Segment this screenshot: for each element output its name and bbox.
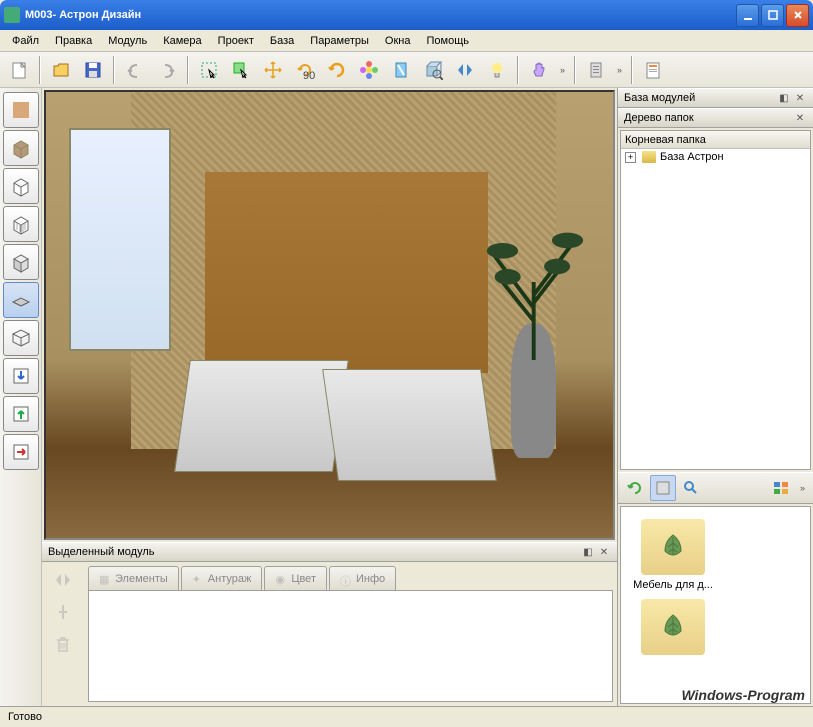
tool-import[interactable] [3, 358, 39, 394]
toolbar-expand-3[interactable]: » [796, 483, 809, 493]
tab-elements[interactable]: ▦Элементы [88, 566, 179, 590]
module-base-title: База модулей [624, 92, 695, 104]
flip-h-icon[interactable] [450, 55, 480, 85]
view3d-icon[interactable] [418, 55, 448, 85]
info-icon: ⓘ [340, 573, 352, 585]
new-icon[interactable] [4, 55, 34, 85]
window-title: М003- Астрон Дизайн [25, 9, 141, 21]
trash-icon[interactable] [53, 634, 73, 654]
flower-icon[interactable] [354, 55, 384, 85]
app-icon [4, 7, 20, 23]
menu-help[interactable]: Помощь [418, 32, 477, 50]
tool-plane-iso[interactable] [3, 320, 39, 356]
thumbnail-item[interactable]: Мебель для д... [633, 519, 713, 591]
folder-tree-title: Дерево папок [624, 112, 694, 124]
slider-icon[interactable] [53, 602, 73, 622]
panel-close-icon[interactable]: ✕ [597, 545, 611, 559]
open-icon[interactable] [46, 55, 76, 85]
undo-icon[interactable] [120, 55, 150, 85]
selected-module-title: Выделенный модуль [48, 546, 154, 558]
menu-windows[interactable]: Окна [377, 32, 419, 50]
tool-insert[interactable] [3, 396, 39, 432]
panel-pin-icon[interactable]: ◧ [777, 91, 791, 105]
3d-viewport[interactable] [44, 90, 615, 540]
view-icons-icon[interactable] [650, 475, 676, 501]
tool-box-open[interactable] [3, 206, 39, 242]
right-panel: База модулей ◧ ✕ Дерево папок ✕ Корневая… [617, 88, 813, 706]
maximize-button[interactable] [761, 4, 784, 27]
module-tabs: ▦Элементы ✦Антураж ◉Цвет ⓘИнфо [88, 566, 613, 590]
tree-expand-icon[interactable]: + [625, 152, 636, 163]
panel-pin-icon[interactable]: ◧ [581, 545, 595, 559]
light-icon[interactable] [482, 55, 512, 85]
refresh-icon[interactable] [622, 475, 648, 501]
tree-root[interactable]: Корневая папка [621, 131, 810, 149]
menu-edit[interactable]: Правка [47, 32, 100, 50]
menu-params[interactable]: Параметры [302, 32, 377, 50]
report-icon[interactable] [638, 55, 668, 85]
flip-icon[interactable] [53, 570, 73, 590]
main-toolbar: 90 » » [0, 52, 813, 88]
move-icon[interactable] [258, 55, 288, 85]
statusbar: Готово [0, 706, 813, 727]
minimize-button[interactable] [736, 4, 759, 27]
tree-item[interactable]: + База Астрон [621, 149, 810, 165]
grid-icon: ▦ [99, 573, 111, 585]
panel-close-icon[interactable]: ✕ [793, 111, 807, 125]
pan-icon[interactable] [524, 55, 554, 85]
room-scene [46, 92, 613, 538]
view-mode-icon[interactable] [768, 475, 794, 501]
select-rect-icon[interactable] [194, 55, 224, 85]
tool-plane-sel[interactable] [3, 282, 39, 318]
save-icon[interactable] [78, 55, 108, 85]
redo-icon[interactable] [152, 55, 182, 85]
panel-close-icon[interactable]: ✕ [793, 91, 807, 105]
mirror-icon[interactable] [386, 55, 416, 85]
tool-texture[interactable] [3, 92, 39, 128]
thumbnail-area[interactable]: Мебель для д... [620, 506, 811, 704]
tool-box-solid[interactable] [3, 130, 39, 166]
rotate-icon[interactable] [322, 55, 352, 85]
status-text: Готово [8, 711, 42, 723]
menubar: Файл Правка Модуль Камера Проект База Па… [0, 30, 813, 52]
folder-icon [642, 151, 656, 163]
tab-color[interactable]: ◉Цвет [264, 566, 327, 590]
select-arrow-icon[interactable] [226, 55, 256, 85]
doc-icon[interactable] [581, 55, 611, 85]
star-icon: ✦ [192, 573, 204, 585]
menu-project[interactable]: Проект [210, 32, 262, 50]
menu-base[interactable]: База [262, 32, 302, 50]
tab-content [88, 590, 613, 702]
svg-text:90: 90 [303, 70, 315, 80]
menu-file[interactable]: Файл [4, 32, 47, 50]
selected-module-panel: Выделенный модуль ◧ ✕ ▦Элементы ✦Антураж… [42, 542, 617, 706]
tool-box-wire[interactable] [3, 168, 39, 204]
titlebar: М003- Астрон Дизайн [0, 0, 813, 30]
thumbnail-item[interactable] [633, 599, 713, 659]
menu-camera[interactable]: Камера [155, 32, 209, 50]
search-icon[interactable] [678, 475, 704, 501]
palette-icon: ◉ [275, 573, 287, 585]
tool-box-iso[interactable] [3, 244, 39, 280]
close-button[interactable] [786, 4, 809, 27]
toolbar-expand-2[interactable]: » [613, 65, 626, 75]
tab-entourage[interactable]: ✦Антураж [181, 566, 263, 590]
menu-module[interactable]: Модуль [100, 32, 155, 50]
folder-tree[interactable]: Корневая папка + База Астрон [620, 130, 811, 470]
tool-export[interactable] [3, 434, 39, 470]
toolbar-expand-1[interactable]: » [556, 65, 569, 75]
right-panel-toolbar: » [618, 472, 813, 504]
thumbnail-label: Мебель для д... [633, 579, 713, 591]
left-toolbar [0, 88, 42, 706]
tab-info[interactable]: ⓘИнфо [329, 566, 396, 590]
rotate-90-icon[interactable]: 90 [290, 55, 320, 85]
